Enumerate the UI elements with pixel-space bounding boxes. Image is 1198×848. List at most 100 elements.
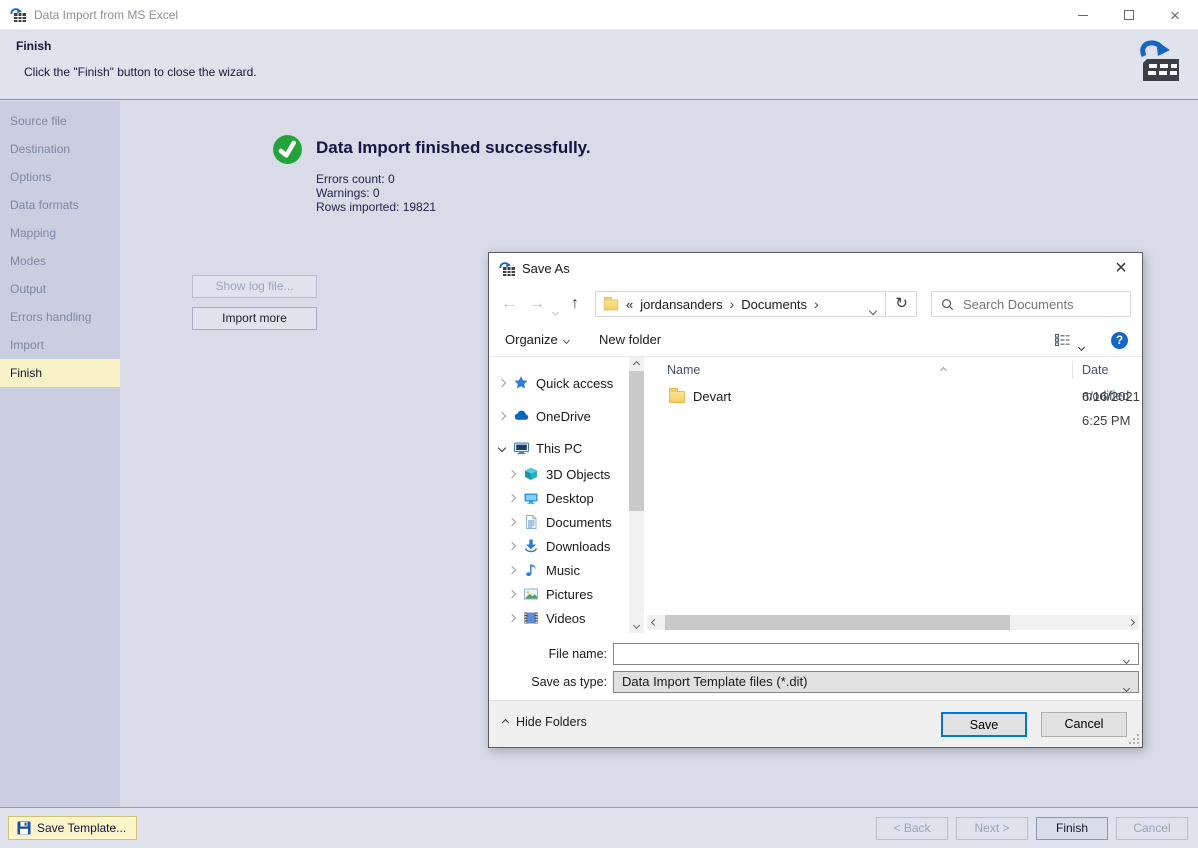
cancel-button[interactable]: Cancel [1116,817,1188,840]
dialog-title-bar: Save As [489,253,1142,285]
sidebar-item-source-file[interactable]: Source file [0,107,120,135]
sidebar-item-modes[interactable]: Modes [0,247,120,275]
file-name: Devart [693,385,731,409]
back-button[interactable]: < Back [876,817,948,840]
picture-icon [523,586,540,602]
wizard-header: Finish Click the "Finish" button to clos… [0,30,1198,100]
recent-locations-chevron-icon[interactable] [553,303,558,318]
address-dropdown-chevron-icon[interactable] [870,302,876,317]
save-as-type-combo[interactable]: Data Import Template files (*.dit) [613,671,1139,693]
dialog-toolbar: Organize New folder [489,325,1142,355]
dialog-close-button[interactable] [1100,253,1142,283]
tree-item-documents[interactable]: Documents [489,510,612,534]
minimize-button[interactable] [1060,0,1106,30]
sidebar-item-destination[interactable]: Destination [0,135,120,163]
new-folder-button[interactable]: New folder [599,325,661,355]
scroll-up-icon[interactable] [629,357,644,372]
scroll-left-icon[interactable] [647,615,662,630]
chevron-right-icon[interactable] [509,591,519,597]
details-view-icon[interactable] [1054,332,1071,348]
file-row-devart[interactable]: Devart 6/16/2021 6:25 PM File folder [645,385,1141,409]
chevron-right-icon[interactable] [509,543,519,549]
organize-button[interactable]: Organize [505,325,569,355]
maximize-button[interactable] [1106,0,1152,30]
finish-button[interactable]: Finish [1036,817,1108,840]
folder-icon [604,299,618,310]
chevron-right-icon[interactable] [499,413,509,419]
save-floppy-icon [17,821,31,835]
sort-ascending-icon [941,361,946,376]
sidebar-item-data-formats[interactable]: Data formats [0,191,120,219]
save-template-button[interactable]: Save Template... [8,816,137,840]
refresh-button[interactable] [887,291,917,317]
sidebar-item-output[interactable]: Output [0,275,120,303]
file-name-combo[interactable] [613,643,1139,665]
save-template-label: Save Template... [37,821,126,835]
tree-item-onedrive[interactable]: OneDrive [489,404,591,428]
breadcrumb-user[interactable]: jordansanders [640,297,722,312]
list-horizontal-scrollbar[interactable] [647,615,1139,630]
tree-item-desktop[interactable]: Desktop [489,486,594,510]
tree-label: Downloads [546,539,610,554]
tree-item-quick-access[interactable]: Quick access [489,371,613,395]
scroll-right-icon[interactable] [1124,615,1139,630]
breadcrumb-documents[interactable]: Documents [741,297,807,312]
chevron-right-icon[interactable] [509,495,519,501]
sidebar-item-mapping[interactable]: Mapping [0,219,120,247]
scrollbar-thumb[interactable] [665,615,1010,630]
cube-icon [523,466,540,482]
chevron-down-icon[interactable] [1124,651,1129,666]
close-button[interactable] [1152,0,1198,30]
chevron-up-icon [502,718,509,725]
sidebar-item-import[interactable]: Import [0,331,120,359]
file-name-row: File name: [489,643,1138,665]
dialog-cancel-button[interactable]: Cancel [1041,712,1127,737]
tree-label: Videos [546,611,586,626]
tree-item-downloads[interactable]: Downloads [489,534,610,558]
scrollbar-thumb[interactable] [629,371,644,511]
search-box[interactable]: Search Documents [931,291,1131,317]
breadcrumb-overflow[interactable]: « [626,297,633,312]
up-arrow-icon[interactable]: ↑ [571,289,579,319]
chevron-right-icon[interactable] [509,615,519,621]
tree-item-videos[interactable]: Videos [489,606,586,630]
chevron-down-icon[interactable] [499,445,509,451]
back-arrow-icon[interactable]: ← [501,289,517,319]
chevron-right-icon[interactable] [509,519,519,525]
tree-label: Desktop [546,491,594,506]
tree-item-pictures[interactable]: Pictures [489,582,593,606]
onedrive-cloud-icon [513,408,530,424]
tree-scrollbar[interactable] [629,357,644,633]
chevron-right-icon[interactable] [509,471,519,477]
tree-label: This PC [536,441,582,456]
scroll-down-icon[interactable] [629,618,644,633]
sidebar-item-finish[interactable]: Finish [0,359,120,387]
breadcrumb-separator: › [730,296,735,312]
view-dropdown-chevron-icon[interactable] [1079,338,1084,353]
organize-label: Organize [505,325,558,355]
next-button[interactable]: Next > [956,817,1028,840]
address-bar[interactable]: « jordansanders › Documents › [595,291,886,317]
tree-item-3d-objects[interactable]: 3D Objects [489,462,610,486]
tree-item-this-pc[interactable]: This PC [489,436,582,460]
import-more-button[interactable]: Import more [192,307,317,330]
import-stats: Errors count: 0 Warnings: 0 Rows importe… [316,172,436,214]
tree-item-music[interactable]: Music [489,558,580,582]
chevron-down-icon[interactable] [1124,679,1129,694]
help-icon[interactable] [1111,332,1128,349]
resize-grip[interactable] [1129,734,1139,744]
app-icon [499,261,516,278]
sidebar-item-options[interactable]: Options [0,163,120,191]
chevron-right-icon[interactable] [509,567,519,573]
show-log-file-button[interactable]: Show log file... [192,275,317,298]
hide-folders-button[interactable]: Hide Folders [503,715,587,729]
file-name-input[interactable] [616,645,1116,663]
save-button[interactable]: Save [941,712,1027,737]
column-header-date-modified[interactable]: Date modified [1082,357,1141,383]
column-header-name[interactable]: Name [667,357,700,383]
column-separator[interactable] [1072,361,1073,379]
title-bar: Data Import from MS Excel [0,0,1198,30]
forward-arrow-icon[interactable]: → [529,289,545,319]
sidebar-item-errors-handling[interactable]: Errors handling [0,303,120,331]
chevron-right-icon[interactable] [499,380,509,386]
